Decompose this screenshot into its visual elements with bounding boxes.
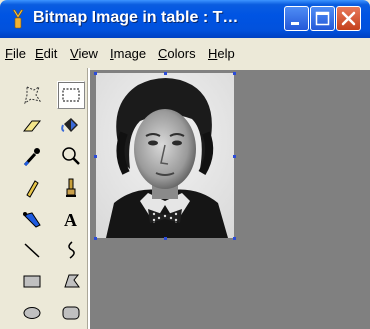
- polygon-tool[interactable]: [57, 267, 85, 295]
- close-button[interactable]: [336, 6, 361, 31]
- rounded-rect-tool[interactable]: [57, 298, 85, 326]
- close-icon: [341, 11, 356, 26]
- menu-file[interactable]: File: [5, 46, 26, 61]
- toolbox: A: [0, 68, 94, 329]
- maximize-button[interactable]: [310, 6, 335, 31]
- resize-handle-bottom[interactable]: [164, 237, 167, 240]
- resize-handle-bottom-right[interactable]: [233, 237, 236, 240]
- menu-bar: File Edit View Image Colors Help: [0, 38, 370, 68]
- brush-tool[interactable]: [57, 174, 85, 202]
- line-tool[interactable]: [18, 236, 46, 264]
- rounded-rect-icon: [62, 306, 80, 320]
- rectangle-tool[interactable]: [18, 267, 46, 295]
- free-form-select-icon: [24, 85, 42, 105]
- free-form-select-tool[interactable]: [18, 81, 46, 109]
- fill-bucket-icon: [61, 118, 78, 132]
- polygon-icon: [64, 274, 80, 288]
- rect-select-tool[interactable]: [57, 81, 85, 109]
- magnifier-tool[interactable]: [57, 143, 85, 171]
- resize-handle-left[interactable]: [94, 155, 97, 158]
- ellipse-tool[interactable]: [18, 298, 46, 326]
- airbrush-tool[interactable]: [18, 205, 46, 233]
- resize-handle-top[interactable]: [164, 72, 167, 75]
- paint-app-icon: [12, 9, 24, 29]
- curve-tool[interactable]: [57, 236, 85, 264]
- text-tool[interactable]: A: [57, 205, 85, 233]
- menu-colors[interactable]: Colors: [158, 46, 196, 61]
- resize-handle-top-right[interactable]: [233, 72, 236, 75]
- resize-handle-top-left[interactable]: [94, 72, 97, 75]
- title-bar[interactable]: Bitmap Image in table : T…: [0, 0, 370, 38]
- line-icon: [24, 243, 40, 258]
- maximize-icon: [315, 11, 330, 26]
- curve-icon: [68, 241, 75, 259]
- rectangle-icon: [23, 275, 41, 288]
- svg-text:A: A: [64, 210, 77, 230]
- eraser-icon: [22, 120, 42, 132]
- pencil-tool[interactable]: [18, 174, 46, 202]
- resize-handle-bottom-left[interactable]: [94, 237, 97, 240]
- magnifier-icon: [62, 147, 80, 165]
- eraser-tool[interactable]: [18, 112, 46, 140]
- paint-window: Bitmap Image in table : T… File Edit Vie…: [0, 0, 370, 329]
- brush-icon: [66, 178, 76, 197]
- resize-handle-right[interactable]: [233, 155, 236, 158]
- text-icon: A: [64, 210, 77, 230]
- menu-image[interactable]: Image: [110, 46, 146, 61]
- minimize-icon: [291, 22, 299, 25]
- color-picker-tool[interactable]: [18, 143, 46, 171]
- fill-bucket-tool[interactable]: [57, 112, 85, 140]
- window-title: Bitmap Image in table : T…: [33, 9, 239, 26]
- pencil-icon: [26, 180, 39, 198]
- minimize-button[interactable]: [284, 6, 309, 31]
- portrait-photo[interactable]: [96, 73, 234, 238]
- menu-help[interactable]: Help: [208, 46, 235, 61]
- rect-select-icon: [62, 88, 80, 102]
- menu-edit[interactable]: Edit: [35, 46, 57, 61]
- ellipse-icon: [23, 307, 41, 319]
- color-picker-icon: [23, 148, 40, 167]
- airbrush-icon: [23, 212, 41, 228]
- menu-view[interactable]: View: [70, 46, 98, 61]
